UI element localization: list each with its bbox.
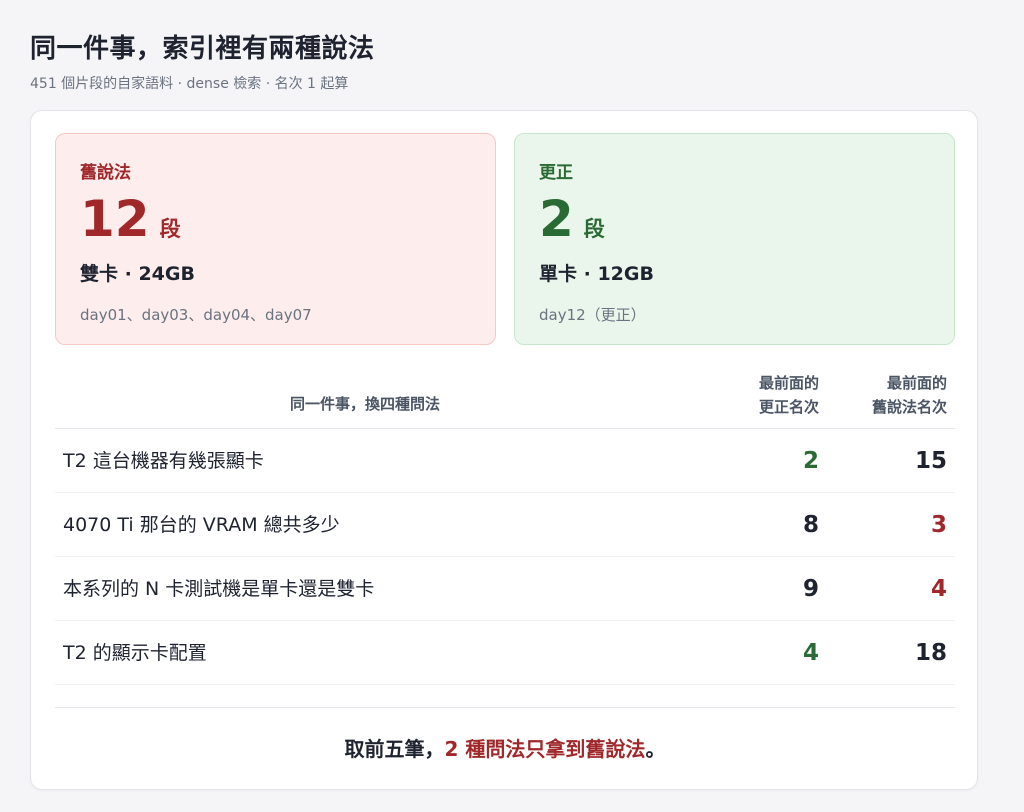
table-row: T2 的顯示卡配置 4 18 bbox=[55, 621, 955, 685]
column-header-old-rank-line2: 舊說法名次 bbox=[871, 398, 947, 416]
column-header-query: 同一件事，換四種問法 bbox=[289, 395, 440, 413]
correction-days: day12（更正） bbox=[539, 306, 646, 324]
page-title: 同一件事，索引裡有兩種說法 bbox=[30, 34, 375, 64]
footer-divider bbox=[55, 707, 955, 708]
table-header: 同一件事，換四種問法 最前面的 更正名次 最前面的 舊說法名次 bbox=[55, 367, 955, 429]
old-claim-count-row: 12 段 bbox=[80, 191, 471, 247]
comparison-card: 舊說法 12 段 雙卡 · 24GB day01、day03、day04、day… bbox=[30, 110, 978, 790]
correction-label: 更正 bbox=[539, 163, 573, 183]
column-header-old-rank: 最前面的 舊說法名次 bbox=[827, 371, 947, 419]
column-header-old-rank-line1: 最前面的 bbox=[886, 374, 947, 392]
column-header-correction-rank: 最前面的 更正名次 bbox=[699, 371, 819, 419]
summary-highlight: 2 種問法只拿到舊說法 bbox=[444, 737, 646, 761]
correction-rank: 4 bbox=[802, 640, 819, 666]
old-rank: 4 bbox=[930, 576, 947, 602]
table-row: 本系列的 N 卡測試機是單卡還是雙卡 9 4 bbox=[55, 557, 955, 621]
query-text: T2 的顯示卡配置 bbox=[63, 642, 207, 664]
summary-suffix: 。 bbox=[645, 737, 666, 761]
table-body: T2 這台機器有幾張顯卡 2 15 4070 Ti 那台的 VRAM 總共多少 … bbox=[55, 429, 955, 685]
summary-note: 取前五筆，2 種問法只拿到舊說法。 bbox=[31, 733, 979, 762]
old-claim-panel: 舊說法 12 段 雙卡 · 24GB day01、day03、day04、day… bbox=[55, 133, 496, 345]
old-claim-days: day01、day03、day04、day07 bbox=[80, 306, 312, 324]
correction-rank: 2 bbox=[802, 448, 819, 474]
correction-count: 2 bbox=[539, 190, 574, 248]
old-claim-count: 12 bbox=[80, 190, 150, 248]
query-text: 4070 Ti 那台的 VRAM 總共多少 bbox=[63, 514, 340, 536]
old-rank: 18 bbox=[914, 640, 947, 666]
correction-unit: 段 bbox=[583, 217, 605, 241]
old-claim-spec: 雙卡 · 24GB bbox=[80, 263, 195, 285]
query-text: T2 這台機器有幾張顯卡 bbox=[63, 450, 264, 472]
correction-rank: 9 bbox=[802, 576, 819, 602]
page-subtitle: 451 個片段的自家語料 · dense 檢索 · 名次 1 起算 bbox=[30, 76, 349, 92]
old-rank: 15 bbox=[914, 448, 947, 474]
table-row: 4070 Ti 那台的 VRAM 總共多少 8 3 bbox=[55, 493, 955, 557]
old-claim-unit: 段 bbox=[159, 217, 181, 241]
summary-prefix: 取前五筆， bbox=[344, 737, 445, 761]
correction-spec: 單卡 · 12GB bbox=[539, 263, 654, 285]
old-rank: 3 bbox=[930, 512, 947, 538]
table-row: T2 這台機器有幾張顯卡 2 15 bbox=[55, 429, 955, 493]
query-text: 本系列的 N 卡測試機是單卡還是雙卡 bbox=[63, 578, 375, 600]
correction-count-row: 2 段 bbox=[539, 191, 930, 247]
page: 同一件事，索引裡有兩種說法 451 個片段的自家語料 · dense 檢索 · … bbox=[0, 0, 1024, 812]
correction-rank: 8 bbox=[802, 512, 819, 538]
column-header-correction-rank-line1: 最前面的 bbox=[758, 374, 819, 392]
old-claim-label: 舊說法 bbox=[80, 163, 131, 183]
correction-panel: 更正 2 段 單卡 · 12GB day12（更正） bbox=[514, 133, 955, 345]
column-header-correction-rank-line2: 更正名次 bbox=[758, 398, 819, 416]
